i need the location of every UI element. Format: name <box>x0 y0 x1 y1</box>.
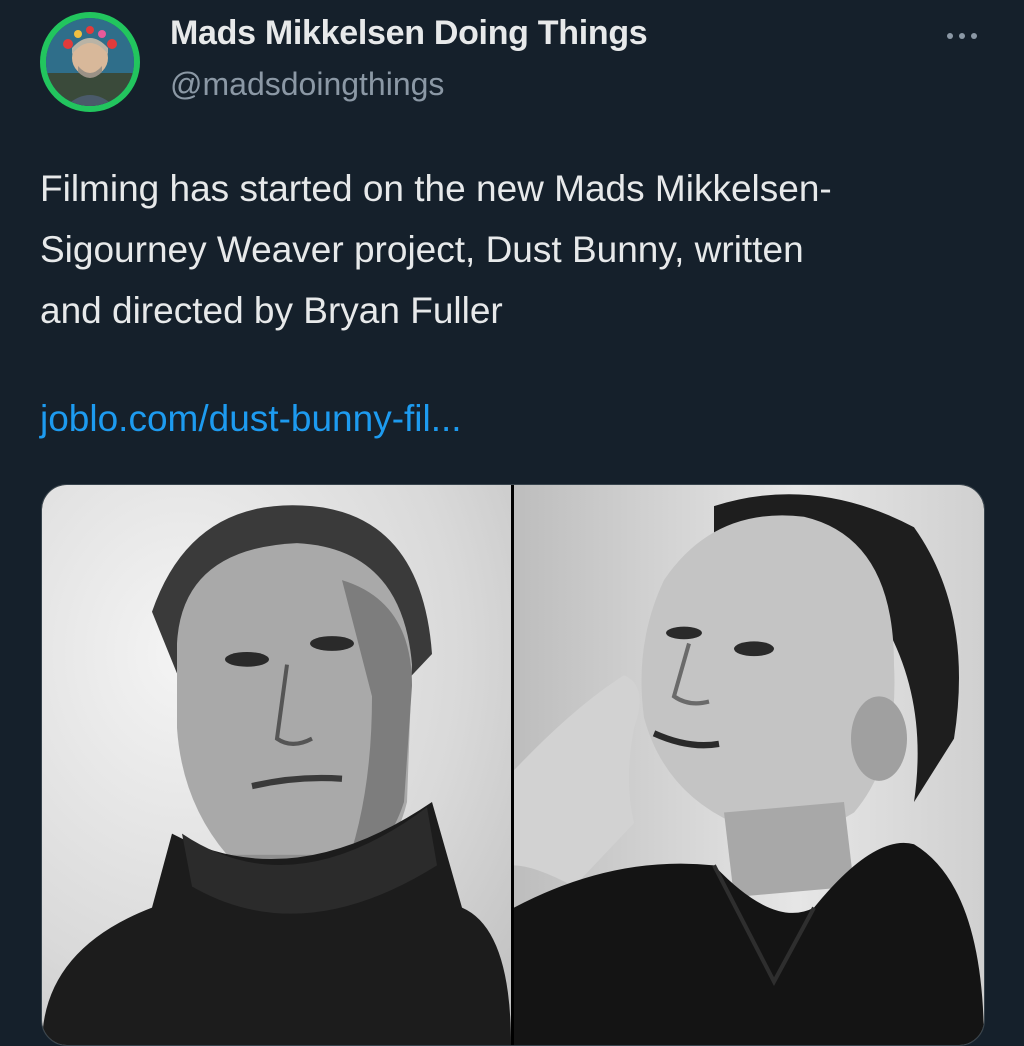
more-options-icon-dot <box>971 33 977 39</box>
photo-right[interactable] <box>514 485 984 1045</box>
more-options-button[interactable] <box>938 20 986 52</box>
portrait-man-image <box>42 505 511 1045</box>
photo-left[interactable] <box>42 485 511 1045</box>
avatar-image <box>46 18 134 106</box>
tweet-text: Filming has started on the new Mads Mikk… <box>40 168 832 331</box>
portrait-woman-image <box>514 494 984 1045</box>
author-display-name[interactable]: Mads Mikkelsen Doing Things <box>170 14 648 53</box>
author-avatar[interactable] <box>40 12 140 112</box>
avatar-portrait-icon <box>46 18 134 106</box>
tweet-media <box>41 484 985 1046</box>
tweet-link[interactable]: joblo.com/dust-bunny-fil... <box>40 398 462 440</box>
more-options-icon <box>947 33 953 39</box>
more-options-icon-dot <box>959 33 965 39</box>
tweet[interactable]: Mads Mikkelsen Doing Things @madsdoingth… <box>0 0 1024 1046</box>
author-handle[interactable]: @madsdoingthings <box>170 66 444 103</box>
